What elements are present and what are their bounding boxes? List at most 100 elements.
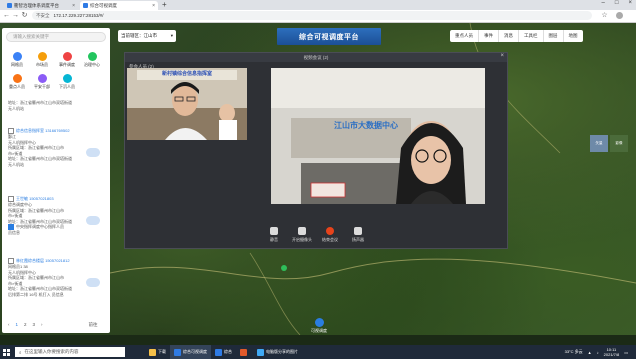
category-grid-worker[interactable]: 网格员 xyxy=(6,52,28,68)
list-item[interactable]: 地址：浙江省衢州市江山市双塔街道 无人机站 xyxy=(8,100,106,111)
video-feed-participant-1[interactable]: 新村镇综合信息指挥室 xyxy=(127,68,247,140)
region-selector-label: 当前辖区：江山市 xyxy=(121,33,157,38)
next-page-icon[interactable]: › xyxy=(41,322,43,328)
video-1-banner: 新村镇综合信息指挥室 xyxy=(161,71,212,77)
tab-favicon-icon xyxy=(83,3,88,8)
camera-button[interactable]: 开启摄像头 xyxy=(289,227,315,243)
cloud-icon xyxy=(86,148,100,157)
map-marker-icon[interactable] xyxy=(281,265,287,271)
event-dispatch-icon xyxy=(62,52,72,61)
map-style-vector[interactable]: 矢量 xyxy=(590,135,608,152)
page-2[interactable]: 2 xyxy=(24,322,27,328)
menu-key-personnel[interactable]: 重点人员 xyxy=(450,30,479,42)
new-tab-button[interactable]: + xyxy=(162,0,167,9)
end-call-icon xyxy=(326,227,334,235)
star-icon[interactable]: ☆ xyxy=(600,11,609,20)
left-panel: 请输入搜索关键字 网格员 市场员 事件调度 治理中心 重点人员 平安干部 下沉人… xyxy=(2,28,110,333)
browser-icon xyxy=(215,348,222,356)
map-style-switcher: 矢量 影像 xyxy=(590,135,628,152)
tab-label: 衢智治理体系调度平台 xyxy=(14,2,59,8)
category-key-personnel[interactable]: 重点人员 xyxy=(6,74,28,90)
taskbar-app-downloads[interactable]: 下载 xyxy=(145,345,170,359)
security-indicator[interactable]: 不安全 xyxy=(36,13,50,19)
tab-close-icon[interactable]: × xyxy=(152,3,155,9)
top-menu: 重点人员 事件 消息 工具栏 图层 地图 xyxy=(450,30,583,42)
goto-page[interactable]: 前往 xyxy=(89,322,98,328)
microphone-icon xyxy=(270,227,278,235)
category-row-2: 重点人员 平安干部 下沉人员 xyxy=(6,74,78,90)
browser-tab[interactable]: 衢智治理体系调度平台 × xyxy=(4,1,78,10)
category-governance-center[interactable]: 治理中心 xyxy=(81,52,103,68)
start-button[interactable] xyxy=(0,345,13,359)
card-name: 综合信息指挥室 13166769502 xyxy=(16,128,70,134)
system-tray: 33°C 多云 ▲ ♪ 10:11 2021/7/8 ▭ xyxy=(565,345,628,359)
list-item[interactable]: 综合信息指挥室 13166769502 鄞江 无人机指挥中心 所属区域：浙江省衢… xyxy=(8,128,106,168)
maximize-button[interactable]: □ xyxy=(615,0,619,6)
back-arrow-icon[interactable]: ← xyxy=(2,11,11,20)
browser-tab-bar: 衢智治理体系调度平台 × 综合可视调度 × + – □ × xyxy=(0,0,636,10)
search-input[interactable]: 请输入搜索关键字 xyxy=(6,32,106,42)
video-feed-participant-2[interactable]: 江山市大数据中心 xyxy=(271,68,485,204)
dialog-title: 视频会议 (2) xyxy=(125,53,507,62)
card-line: 后排第二排 16号 机打入 员信息 xyxy=(8,291,64,297)
menu-map[interactable]: 地图 xyxy=(564,30,583,42)
close-window-button[interactable]: × xyxy=(628,0,632,6)
forward-arrow-icon[interactable]: → xyxy=(11,11,20,20)
profile-avatar[interactable] xyxy=(616,12,623,19)
category-safety-cadre[interactable]: 平安干部 xyxy=(31,74,53,90)
menu-messages[interactable]: 消息 xyxy=(499,30,519,42)
tab-close-icon[interactable]: × xyxy=(72,3,75,9)
menu-events[interactable]: 事件 xyxy=(479,30,499,42)
minimize-button[interactable]: – xyxy=(602,0,605,6)
list-item[interactable]: 王世敏 15057021803 综合调度中心 所属区域：浙江省衢州市江山市 市×… xyxy=(8,196,106,236)
region-selector[interactable]: 当前辖区：江山市 ▾ xyxy=(118,30,176,42)
close-icon[interactable]: × xyxy=(500,53,504,59)
pagination: ‹ 1 2 3 › 前往 xyxy=(8,322,98,328)
tab-favicon-icon xyxy=(7,3,12,8)
cloud-icon xyxy=(86,278,100,287)
page-1[interactable]: 1 xyxy=(16,322,19,328)
weather-widget[interactable]: 33°C 多云 xyxy=(565,349,583,355)
reload-icon[interactable]: ↻ xyxy=(20,11,29,20)
clock[interactable]: 10:11 2021/7/8 xyxy=(604,347,620,357)
taskbar-app-browser[interactable]: 综合可视调度 xyxy=(170,345,211,359)
window-controls: – □ × xyxy=(602,0,632,6)
video-dispatch-button[interactable]: 可视调度 xyxy=(305,318,333,333)
search-icon: ⌕ xyxy=(19,349,22,355)
volume-icon[interactable]: ♪ xyxy=(597,350,599,355)
category-sinking-staff[interactable]: 下沉人员 xyxy=(56,74,78,90)
taskbar-search-input[interactable]: ⌕ 在这里输入你要搜索的内容 xyxy=(15,347,125,357)
map-style-satellite[interactable]: 影像 xyxy=(610,135,628,152)
taskbar-app-browser-2[interactable]: 综合 xyxy=(211,345,236,359)
taskbar-app-3[interactable] xyxy=(236,345,253,359)
card-line: 无人机站 xyxy=(8,161,24,167)
mute-button[interactable]: 静音 xyxy=(261,227,287,243)
card-name: 林红霞综合楼层 15057021812 xyxy=(16,258,70,264)
speaker-icon xyxy=(354,227,362,235)
sinking-staff-icon xyxy=(62,74,72,83)
url-field[interactable]: 不安全 172.17.229.227:28153/#/ xyxy=(32,11,592,20)
network-icon[interactable]: ▲ xyxy=(588,350,592,355)
participant-1-video-image xyxy=(127,68,247,140)
card-name: 王世敏 15057021803 xyxy=(16,196,54,202)
video-2-banner: 江山市大数据中心 xyxy=(334,121,398,130)
address-bar: ← → ↻ 不安全 172.17.229.227:28153/#/ ☆ xyxy=(0,10,636,23)
category-market-staff[interactable]: 市场员 xyxy=(31,52,53,68)
safety-cadre-icon xyxy=(37,74,47,83)
menu-toolbar[interactable]: 工具栏 xyxy=(519,30,544,42)
prev-page-icon[interactable]: ‹ xyxy=(8,322,10,328)
participant-2-video-image xyxy=(271,68,485,204)
menu-layers[interactable]: 图层 xyxy=(544,30,564,42)
speaker-button[interactable]: 扬声器 xyxy=(345,227,371,243)
end-meeting-button[interactable]: 结束会议 xyxy=(317,227,343,243)
video-icon xyxy=(314,318,324,327)
card-line: 员信息 xyxy=(8,230,20,236)
category-event-dispatch[interactable]: 事件调度 xyxy=(56,52,78,68)
list-item[interactable]: 林红霞综合楼层 15057021812 网格员1 38 无人机指挥中心 所属区域… xyxy=(8,258,106,298)
notification-icon[interactable]: ▭ xyxy=(624,350,628,355)
governance-center-icon xyxy=(87,52,97,61)
browser-tab-active[interactable]: 综合可视调度 × xyxy=(80,1,158,10)
page-3[interactable]: 3 xyxy=(33,322,36,328)
url-text: 172.17.229.227:28153/#/ xyxy=(53,13,104,18)
taskbar-app-images[interactable]: 电脑版分享的图片 xyxy=(253,345,302,359)
